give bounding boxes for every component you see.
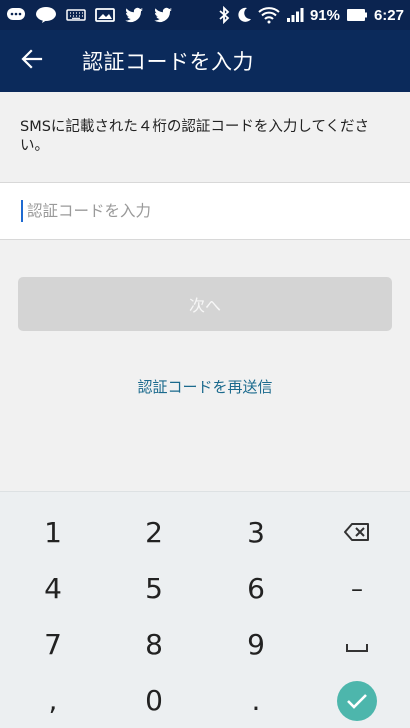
moon-icon <box>236 5 252 25</box>
key-8[interactable]: 8 <box>103 619 205 670</box>
battery-icon <box>346 5 368 25</box>
key-7[interactable]: 7 <box>2 619 104 670</box>
next-button[interactable]: 次へ <box>18 277 392 331</box>
bluetooth-icon <box>218 5 230 25</box>
twitter-bird-icon <box>153 5 173 25</box>
keyboard-icon <box>66 5 86 25</box>
notification-icons <box>6 5 173 25</box>
instruction-text: SMSに記載された４桁の認証コードを入力してください。 <box>20 119 370 154</box>
signal-icon <box>286 5 304 25</box>
done-check-icon <box>337 680 377 721</box>
key-period[interactable]: . <box>205 675 307 726</box>
wifi-icon <box>258 5 280 25</box>
key-minus[interactable]: – <box>306 563 408 614</box>
status-bar: 91% 6:27 <box>0 0 410 30</box>
app-bar: 認証コードを入力 <box>0 30 410 92</box>
key-comma[interactable]: , <box>2 675 104 726</box>
key-0[interactable]: 0 <box>103 675 205 726</box>
back-button[interactable] <box>0 30 64 92</box>
clock: 6:27 <box>373 6 404 24</box>
twitter-bird-icon <box>124 5 144 25</box>
line-app-icon <box>35 5 57 25</box>
key-2[interactable]: 2 <box>103 507 205 558</box>
verification-code-input[interactable] <box>21 200 381 222</box>
space-key[interactable] <box>306 619 408 670</box>
backspace-key[interactable] <box>306 507 408 558</box>
space-icon <box>345 628 369 661</box>
key-4[interactable]: 4 <box>2 563 104 614</box>
done-key[interactable] <box>306 675 408 726</box>
resend-code-link[interactable]: 認証コードを再送信 <box>0 376 410 397</box>
key-5[interactable]: 5 <box>103 563 205 614</box>
chat-bubble-icon <box>6 5 26 25</box>
key-6[interactable]: 6 <box>205 563 307 614</box>
key-3[interactable]: 3 <box>205 507 307 558</box>
page-title: 認証コードを入力 <box>82 50 254 74</box>
arrow-back-icon <box>21 49 43 73</box>
key-1[interactable]: 1 <box>2 507 104 558</box>
numeric-keyboard: 1 2 3 4 5 6 – 7 8 9 , 0 . <box>0 491 410 728</box>
code-field-container <box>0 182 410 240</box>
system-icons: 91% 6:27 <box>218 5 404 25</box>
key-9[interactable]: 9 <box>205 619 307 670</box>
image-icon <box>95 5 115 25</box>
backspace-icon <box>344 516 370 549</box>
battery-percent: 91% <box>309 6 340 24</box>
